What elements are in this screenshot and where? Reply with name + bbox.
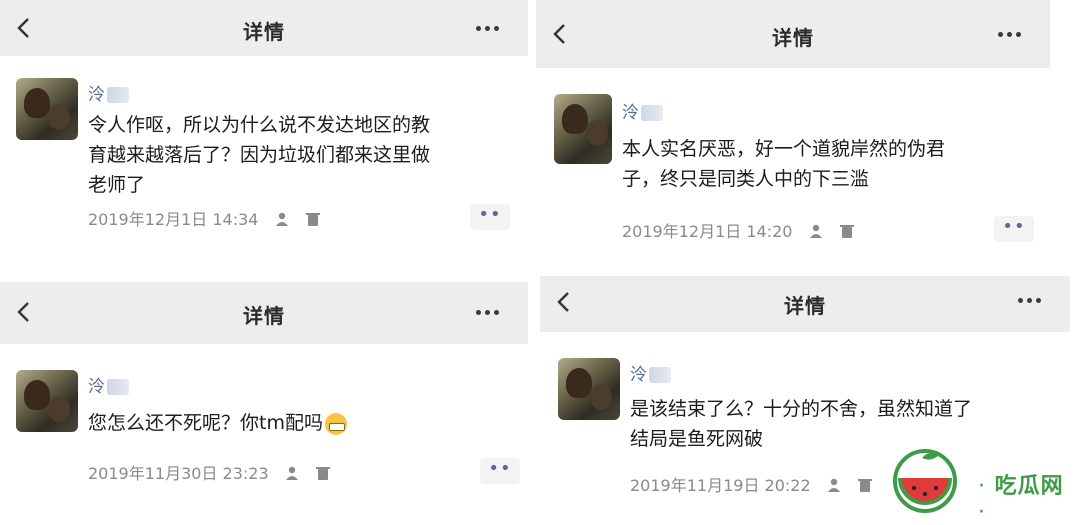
avatar[interactable] — [554, 94, 612, 164]
post-text: 是该结束了么？十分的不舍，虽然知道了 结局是鱼死网破 — [630, 398, 973, 450]
avatar[interactable] — [558, 358, 620, 420]
delete-icon[interactable] — [839, 223, 855, 243]
delete-icon[interactable] — [315, 465, 331, 485]
more-button[interactable] — [1018, 298, 1048, 306]
more-icon — [1018, 298, 1023, 303]
page-title: 详情 — [784, 294, 826, 318]
nav-bar: 详情 — [540, 276, 1070, 332]
nav-bar: 详情 — [0, 0, 528, 56]
watermark-text: · 吃瓜网 · — [978, 474, 1064, 525]
moment-panel: 详情 泠 您怎么还不死呢？你tm配吗 2019年11月30日 23:23 •• — [0, 282, 528, 516]
post-text: 您怎么还不死呢？你tm配吗 — [88, 408, 518, 438]
comment-dots-icon: •• — [478, 204, 502, 225]
page-title: 详情 — [243, 20, 285, 44]
author-name[interactable]: 泠 — [88, 372, 129, 397]
redacted-mark — [107, 379, 129, 395]
moment-panel: 详情 泠 本人实名厌恶，好一个道貌岸然的伪君 子，终只是同类人中的下三滥 201… — [536, 0, 1050, 268]
comment-button[interactable]: •• — [480, 458, 520, 484]
timestamp: 2019年11月19日 20:22 — [630, 476, 811, 495]
more-button[interactable] — [998, 32, 1028, 40]
more-icon — [998, 32, 1003, 37]
post-text: 本人实名厌恶，好一个道貌岸然的伪君 子，终只是同类人中的下三滥 — [622, 138, 946, 190]
friends-visibility-icon — [808, 223, 824, 243]
more-button[interactable] — [476, 310, 506, 318]
author-name[interactable]: 泠 — [88, 80, 129, 105]
timestamp: 2019年12月1日 14:20 — [622, 222, 793, 241]
friends-visibility-icon — [284, 465, 300, 485]
delete-icon[interactable] — [305, 211, 321, 231]
comment-button[interactable]: •• — [470, 204, 510, 230]
post-meta: 2019年12月1日 14:20 — [622, 218, 855, 243]
watermelon-logo-icon — [893, 449, 957, 513]
redacted-mark — [649, 367, 671, 383]
author-name[interactable]: 泠 — [630, 360, 671, 385]
post-meta: 2019年12月1日 14:34 — [88, 206, 321, 231]
comment-button[interactable]: •• — [994, 216, 1034, 242]
friends-visibility-icon — [826, 477, 842, 497]
timestamp: 2019年12月1日 14:34 — [88, 210, 259, 229]
post-meta: 2019年11月19日 20:22 — [630, 472, 873, 497]
moment-panel: 详情 泠 令人作呕，所以为什么说不发达地区的教 育越来越落后了？因为垃圾们都来这… — [0, 0, 528, 262]
nav-bar: 详情 — [536, 0, 1050, 68]
timestamp: 2019年11月30日 23:23 — [88, 464, 269, 483]
comment-dots-icon: •• — [488, 458, 512, 479]
page-title: 详情 — [772, 26, 814, 50]
comment-dots-icon: •• — [1002, 216, 1026, 237]
redacted-mark — [641, 105, 663, 121]
avatar[interactable] — [16, 370, 78, 432]
more-button[interactable] — [476, 26, 506, 34]
post-text: 令人作呕，所以为什么说不发达地区的教 育越来越落后了？因为垃圾们都来这里做 老师… — [88, 114, 431, 196]
watermark: · 吃瓜网 · — [890, 446, 1070, 525]
grimace-emoji-icon — [324, 412, 347, 435]
author-name[interactable]: 泠 — [622, 98, 663, 123]
more-icon — [476, 310, 481, 315]
page-title: 详情 — [243, 304, 285, 328]
delete-icon[interactable] — [857, 477, 873, 497]
more-icon — [476, 26, 481, 31]
nav-bar: 详情 — [0, 282, 528, 344]
friends-visibility-icon — [274, 211, 290, 231]
redacted-mark — [107, 87, 129, 103]
post-meta: 2019年11月30日 23:23 — [88, 460, 331, 485]
avatar[interactable] — [16, 78, 78, 140]
